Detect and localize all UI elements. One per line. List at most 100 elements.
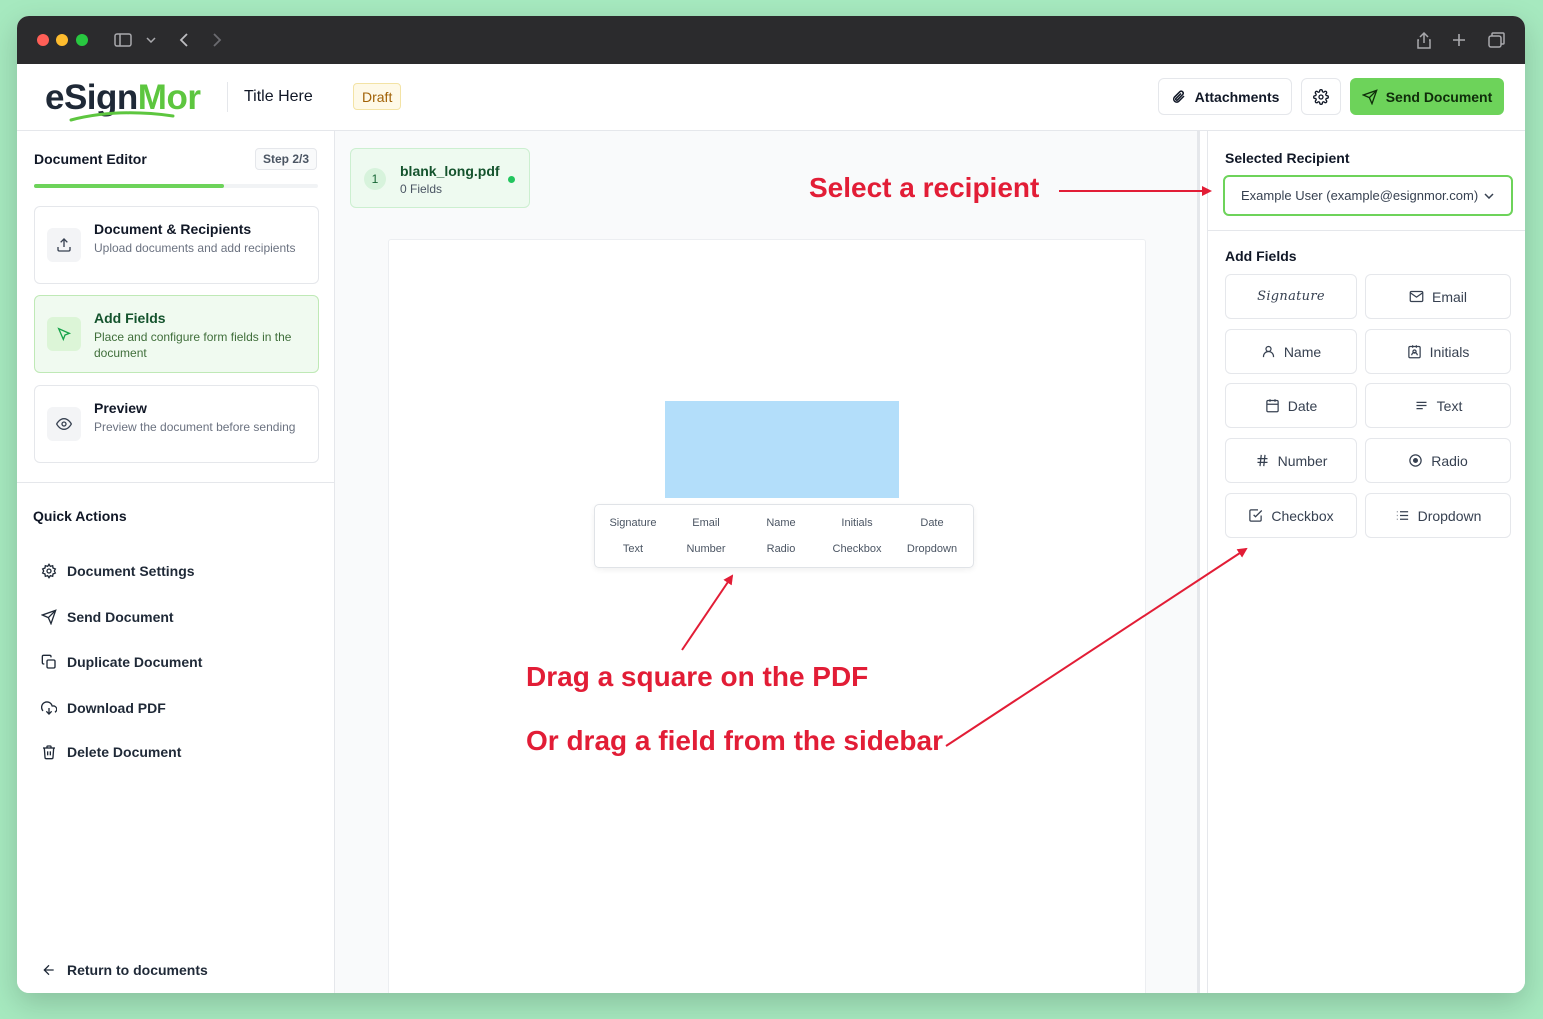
logo-swoosh-icon [69,111,175,122]
add-fields-title: Add Fields [1225,248,1297,264]
status-dot [508,176,515,183]
step-description: Preview the document before sending [94,420,296,434]
close-window-button[interactable] [37,34,49,46]
minimize-window-button[interactable] [56,34,68,46]
new-tab-icon[interactable] [1450,28,1468,52]
popup-field-checkbox[interactable]: Checkbox [819,543,895,555]
gear-icon [41,563,57,579]
field-button-name[interactable]: Name [1225,329,1357,374]
document-editor-title: Document Editor [34,151,147,167]
arrow-left-icon [43,964,54,976]
step-title: Preview [94,400,147,416]
field-button-radio[interactable]: Radio [1365,438,1511,483]
step-badge: Step 2/3 [255,148,318,170]
tabs-overview-icon[interactable] [1486,28,1506,52]
field-button-number[interactable]: Number [1225,438,1357,483]
file-index-badge: 1 [364,168,386,190]
attachments-button[interactable]: Attachments [1158,78,1292,115]
field-label: Text [1436,397,1463,414]
field-label: Dropdown [1417,507,1482,524]
signature-icon: Signature [1257,289,1325,304]
field-label: Initials [1429,343,1470,360]
hash-icon [1257,454,1268,467]
field-label: Name [1283,343,1322,360]
checkbox-icon [1249,509,1263,522]
annotation-select-recipient: Select a recipient [809,172,1040,203]
step-progress-fill [34,184,225,188]
eye-icon [47,407,81,441]
step-progress-bar [34,184,318,188]
left-sidebar: Document Editor Step 2/3 Document & Reci… [17,131,335,993]
user-icon [1262,345,1274,358]
calendar-icon [1265,399,1279,413]
radio-icon [1409,454,1422,467]
badge-icon [1407,345,1421,359]
send-document-label: Send Document [1385,88,1493,105]
popup-field-dropdown[interactable]: Dropdown [894,543,970,555]
canvas-scrollbar[interactable] [1197,131,1200,993]
popup-field-email[interactable]: Email [668,517,744,529]
popup-field-name[interactable]: Name [743,517,819,529]
paperclip-icon [1172,89,1185,103]
document-title[interactable]: Title Here [244,88,313,106]
popup-field-initials[interactable]: Initials [819,517,895,529]
popup-field-signature[interactable]: Signature [595,517,671,529]
forward-icon[interactable] [209,28,225,52]
send-icon [1361,88,1378,105]
field-button-signature[interactable]: Signature [1225,274,1357,319]
file-field-count: 0 Fields [400,182,443,196]
field-label: Email [1431,288,1467,305]
chevron-down-icon[interactable] [144,28,158,52]
browser-titlebar [17,16,1525,64]
quick-actions-title: Quick Actions [33,508,127,524]
recipient-select[interactable]: Example User (example@esignmor.com) [1223,175,1513,216]
header-divider [227,82,228,112]
text-icon [1416,401,1427,410]
quick-action-label: Duplicate Document [67,654,203,670]
drawn-field-area[interactable] [665,401,899,498]
step-preview[interactable]: Preview Preview the document before send… [34,385,319,463]
status-badge: Draft [353,83,402,110]
pdf-page[interactable]: Signature Email Name Initials Date Text … [388,239,1146,993]
step-document-recipients[interactable]: Document & Recipients Upload documents a… [34,206,319,284]
field-button-date[interactable]: Date [1225,383,1357,428]
field-button-initials[interactable]: Initials [1365,329,1511,374]
field-label: Date [1287,397,1318,414]
field-button-email[interactable]: Email [1365,274,1511,319]
right-sidebar: Selected Recipient Example User (example… [1207,131,1525,993]
popup-field-text[interactable]: Text [595,543,671,555]
right-panel-divider [1208,230,1525,231]
maximize-window-button[interactable] [76,34,88,46]
cloud-download-icon [41,701,57,715]
selected-recipient-title: Selected Recipient [1225,150,1350,166]
back-icon[interactable] [175,28,191,52]
popup-field-number[interactable]: Number [668,543,744,555]
field-button-checkbox[interactable]: Checkbox [1225,493,1357,538]
quick-action-label: Document Settings [67,563,195,579]
quick-action-send-document[interactable]: Send Document [41,607,174,627]
quick-action-document-settings[interactable]: Document Settings [41,561,195,581]
settings-button[interactable] [1301,78,1341,115]
copy-icon [41,654,56,669]
quick-action-download-pdf[interactable]: Download PDF [41,698,166,718]
step-description: Place and configure form fields in the d… [94,330,292,360]
field-button-dropdown[interactable]: Dropdown [1365,493,1511,538]
quick-action-delete-document[interactable]: Delete Document [41,742,181,762]
field-button-text[interactable]: Text [1365,383,1511,428]
document-canvas[interactable]: 1 blank_long.pdf 0 Fields Signature Emai… [335,131,1197,993]
field-label: Checkbox [1271,507,1334,524]
field-label: Number [1277,452,1328,469]
app-header: eSign Mor Title Here Draft Attachments Se… [17,64,1525,131]
popup-field-date[interactable]: Date [894,517,970,529]
field-type-popup: Signature Email Name Initials Date Text … [594,504,974,568]
gear-icon [1313,88,1329,105]
send-document-button[interactable]: Send Document [1350,78,1504,115]
chevron-down-icon [1484,192,1494,199]
sidebar-toggle-icon[interactable] [112,28,134,52]
quick-action-duplicate-document[interactable]: Duplicate Document [41,652,202,672]
popup-field-radio[interactable]: Radio [743,543,819,555]
share-icon[interactable] [1414,28,1434,52]
return-to-documents-link[interactable]: Return to documents [41,960,208,980]
step-add-fields[interactable]: Add Fields Place and configure form fiel… [34,295,319,373]
file-tab[interactable]: 1 blank_long.pdf 0 Fields [350,148,530,208]
